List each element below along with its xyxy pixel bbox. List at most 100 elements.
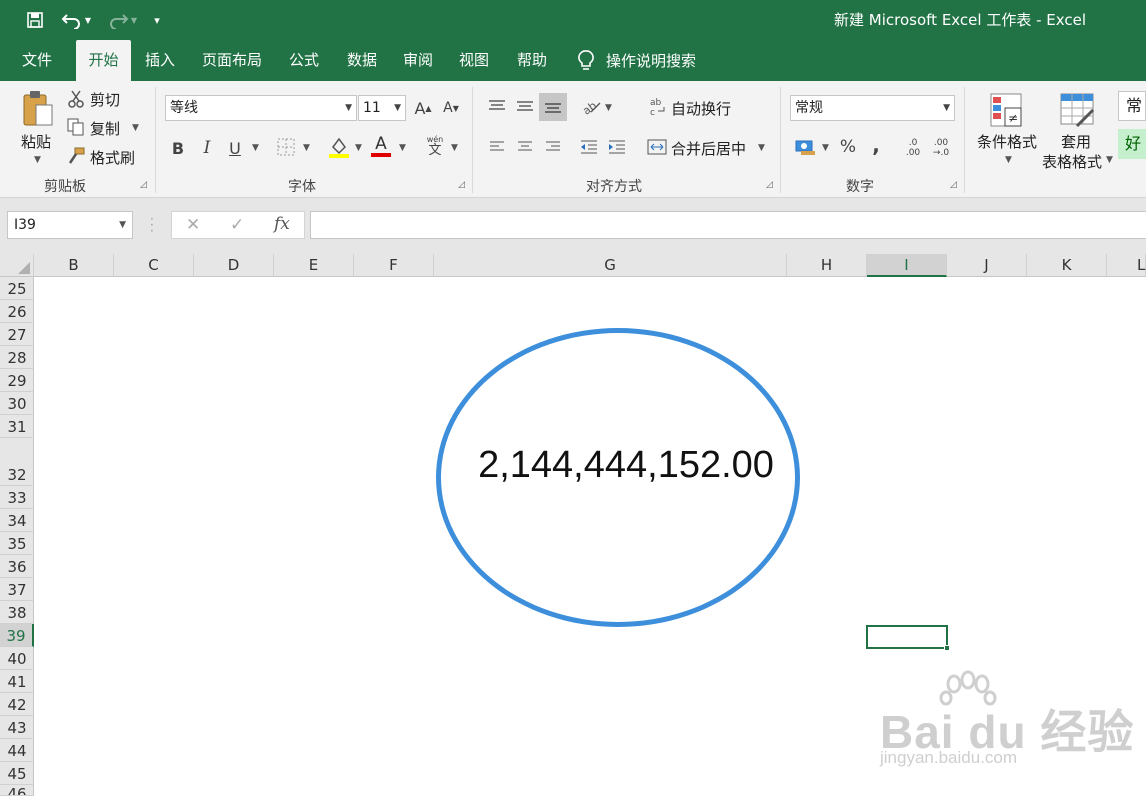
percent-button[interactable]: % <box>838 136 858 158</box>
column-header-e[interactable]: E <box>274 254 354 277</box>
enter-icon[interactable]: ✓ <box>230 215 244 235</box>
row-header[interactable]: 41 <box>0 670 34 693</box>
row-header[interactable]: 32 <box>0 438 34 486</box>
row-header[interactable]: 37 <box>0 578 34 601</box>
wrap-text-button[interactable]: 自动换行 <box>671 98 731 119</box>
cut-button[interactable]: 剪切 <box>90 89 120 110</box>
row-header[interactable]: 28 <box>0 346 34 369</box>
formula-input[interactable] <box>310 211 1146 239</box>
row-header-selected[interactable]: 39 <box>0 624 34 647</box>
row-header[interactable]: 46 <box>0 785 34 796</box>
copy-icon[interactable] <box>66 117 86 137</box>
row-header[interactable]: 33 <box>0 486 34 509</box>
decrease-font-size-icon[interactable]: A ▼ <box>440 97 462 119</box>
align-center-icon[interactable] <box>514 136 536 158</box>
orientation-dropdown-icon[interactable]: ▼ <box>605 103 612 113</box>
column-header-d[interactable]: D <box>194 254 274 277</box>
increase-font-size-icon[interactable]: A ▲ <box>412 97 434 119</box>
customize-qat-button[interactable]: ▾ <box>150 8 164 32</box>
fill-color-icon[interactable] <box>328 135 350 159</box>
paste-dropdown-icon[interactable]: ▼ <box>34 155 41 165</box>
align-bottom-icon[interactable] <box>539 93 567 121</box>
row-header[interactable]: 42 <box>0 693 34 716</box>
row-header[interactable]: 45 <box>0 762 34 785</box>
name-box[interactable]: I39 ▼ <box>7 211 133 239</box>
fill-handle[interactable] <box>944 645 950 651</box>
orientation-icon[interactable]: ab <box>580 95 602 117</box>
copy-dropdown-icon[interactable]: ▼ <box>132 123 139 133</box>
font-color-button[interactable]: A <box>370 133 392 159</box>
conditional-formatting-icon[interactable]: ≠ <box>988 91 1024 129</box>
row-header[interactable]: 25 <box>0 277 34 300</box>
number-format-combo[interactable]: 常规 ▼ <box>790 95 955 121</box>
format-as-table-icon[interactable] <box>1058 91 1096 129</box>
font-size-combo[interactable]: 11 ▼ <box>358 95 406 121</box>
conditional-formatting-button[interactable]: 条件格式 <box>977 131 1037 152</box>
column-header-c[interactable]: C <box>114 254 194 277</box>
row-header[interactable]: 35 <box>0 532 34 555</box>
merge-center-button[interactable]: 合并后居中 <box>671 138 746 159</box>
tab-help[interactable]: 帮助 <box>510 40 554 81</box>
font-launcher-icon[interactable]: ◿ <box>458 180 468 190</box>
merge-center-icon[interactable] <box>646 136 668 158</box>
tab-review[interactable]: 审阅 <box>396 40 440 81</box>
row-header[interactable]: 34 <box>0 509 34 532</box>
row-header[interactable]: 38 <box>0 601 34 624</box>
tab-view[interactable]: 视图 <box>452 40 496 81</box>
cut-icon[interactable] <box>66 89 86 109</box>
tab-formulas[interactable]: 公式 <box>282 40 326 81</box>
column-header-k[interactable]: K <box>1027 254 1107 277</box>
row-header[interactable]: 44 <box>0 739 34 762</box>
increase-decimal-icon[interactable]: .0 .00 <box>900 135 926 161</box>
column-header-g[interactable]: G <box>434 254 787 277</box>
select-all-corner[interactable] <box>0 254 34 277</box>
alignment-launcher-icon[interactable]: ◿ <box>766 180 776 190</box>
number-launcher-icon[interactable]: ◿ <box>950 180 960 190</box>
format-as-table-line1[interactable]: 套用 <box>1061 131 1091 152</box>
cell-style-good[interactable]: 好 <box>1118 129 1146 159</box>
column-header-h[interactable]: H <box>787 254 867 277</box>
column-header-i[interactable]: I <box>867 254 947 277</box>
bold-button[interactable]: B <box>168 136 188 160</box>
tab-insert[interactable]: 插入 <box>138 40 182 81</box>
tab-file[interactable]: 文件 <box>14 40 60 81</box>
row-header[interactable]: 27 <box>0 323 34 346</box>
row-header[interactable]: 29 <box>0 369 34 392</box>
paste-button[interactable] <box>18 87 58 131</box>
align-middle-icon[interactable] <box>514 95 536 117</box>
fill-color-dropdown-icon[interactable]: ▼ <box>355 143 362 153</box>
phonetic-dropdown-icon[interactable]: ▼ <box>451 143 458 153</box>
format-as-table-dropdown-icon[interactable]: ▼ <box>1106 155 1113 165</box>
clipboard-launcher-icon[interactable]: ◿ <box>140 180 150 190</box>
conditional-dropdown-icon[interactable]: ▼ <box>1005 155 1012 165</box>
border-icon[interactable] <box>276 137 296 157</box>
decrease-decimal-icon[interactable]: .00 →.0 <box>928 135 954 161</box>
tab-home[interactable]: 开始 <box>76 40 131 81</box>
row-header[interactable]: 30 <box>0 392 34 415</box>
decrease-indent-icon[interactable] <box>578 136 600 158</box>
column-header-b[interactable]: B <box>34 254 114 277</box>
format-painter-button[interactable]: 格式刷 <box>90 147 135 168</box>
format-painter-icon[interactable] <box>66 146 86 166</box>
merge-dropdown-icon[interactable]: ▼ <box>758 143 765 153</box>
increase-indent-icon[interactable] <box>606 136 628 158</box>
accounting-format-icon[interactable] <box>794 136 818 158</box>
row-header[interactable]: 36 <box>0 555 34 578</box>
align-right-icon[interactable] <box>542 136 564 158</box>
row-header[interactable]: 26 <box>0 300 34 323</box>
tab-page-layout[interactable]: 页面布局 <box>196 40 268 81</box>
accounting-dropdown-icon[interactable]: ▼ <box>822 143 829 153</box>
font-name-combo[interactable]: 等线 ▼ <box>165 95 357 121</box>
row-header[interactable]: 43 <box>0 716 34 739</box>
wrap-text-icon[interactable]: ab c <box>648 95 668 117</box>
border-dropdown-icon[interactable]: ▼ <box>303 143 310 153</box>
redo-button[interactable]: ▼ <box>104 8 140 32</box>
font-color-dropdown-icon[interactable]: ▼ <box>399 143 406 153</box>
tab-data[interactable]: 数据 <box>340 40 384 81</box>
column-header-l[interactable]: L <box>1107 254 1146 277</box>
column-header-f[interactable]: F <box>354 254 434 277</box>
align-left-icon[interactable] <box>486 136 508 158</box>
insert-function-icon[interactable]: fx <box>274 214 290 234</box>
row-header[interactable]: 40 <box>0 647 34 670</box>
row-header[interactable]: 31 <box>0 415 34 438</box>
